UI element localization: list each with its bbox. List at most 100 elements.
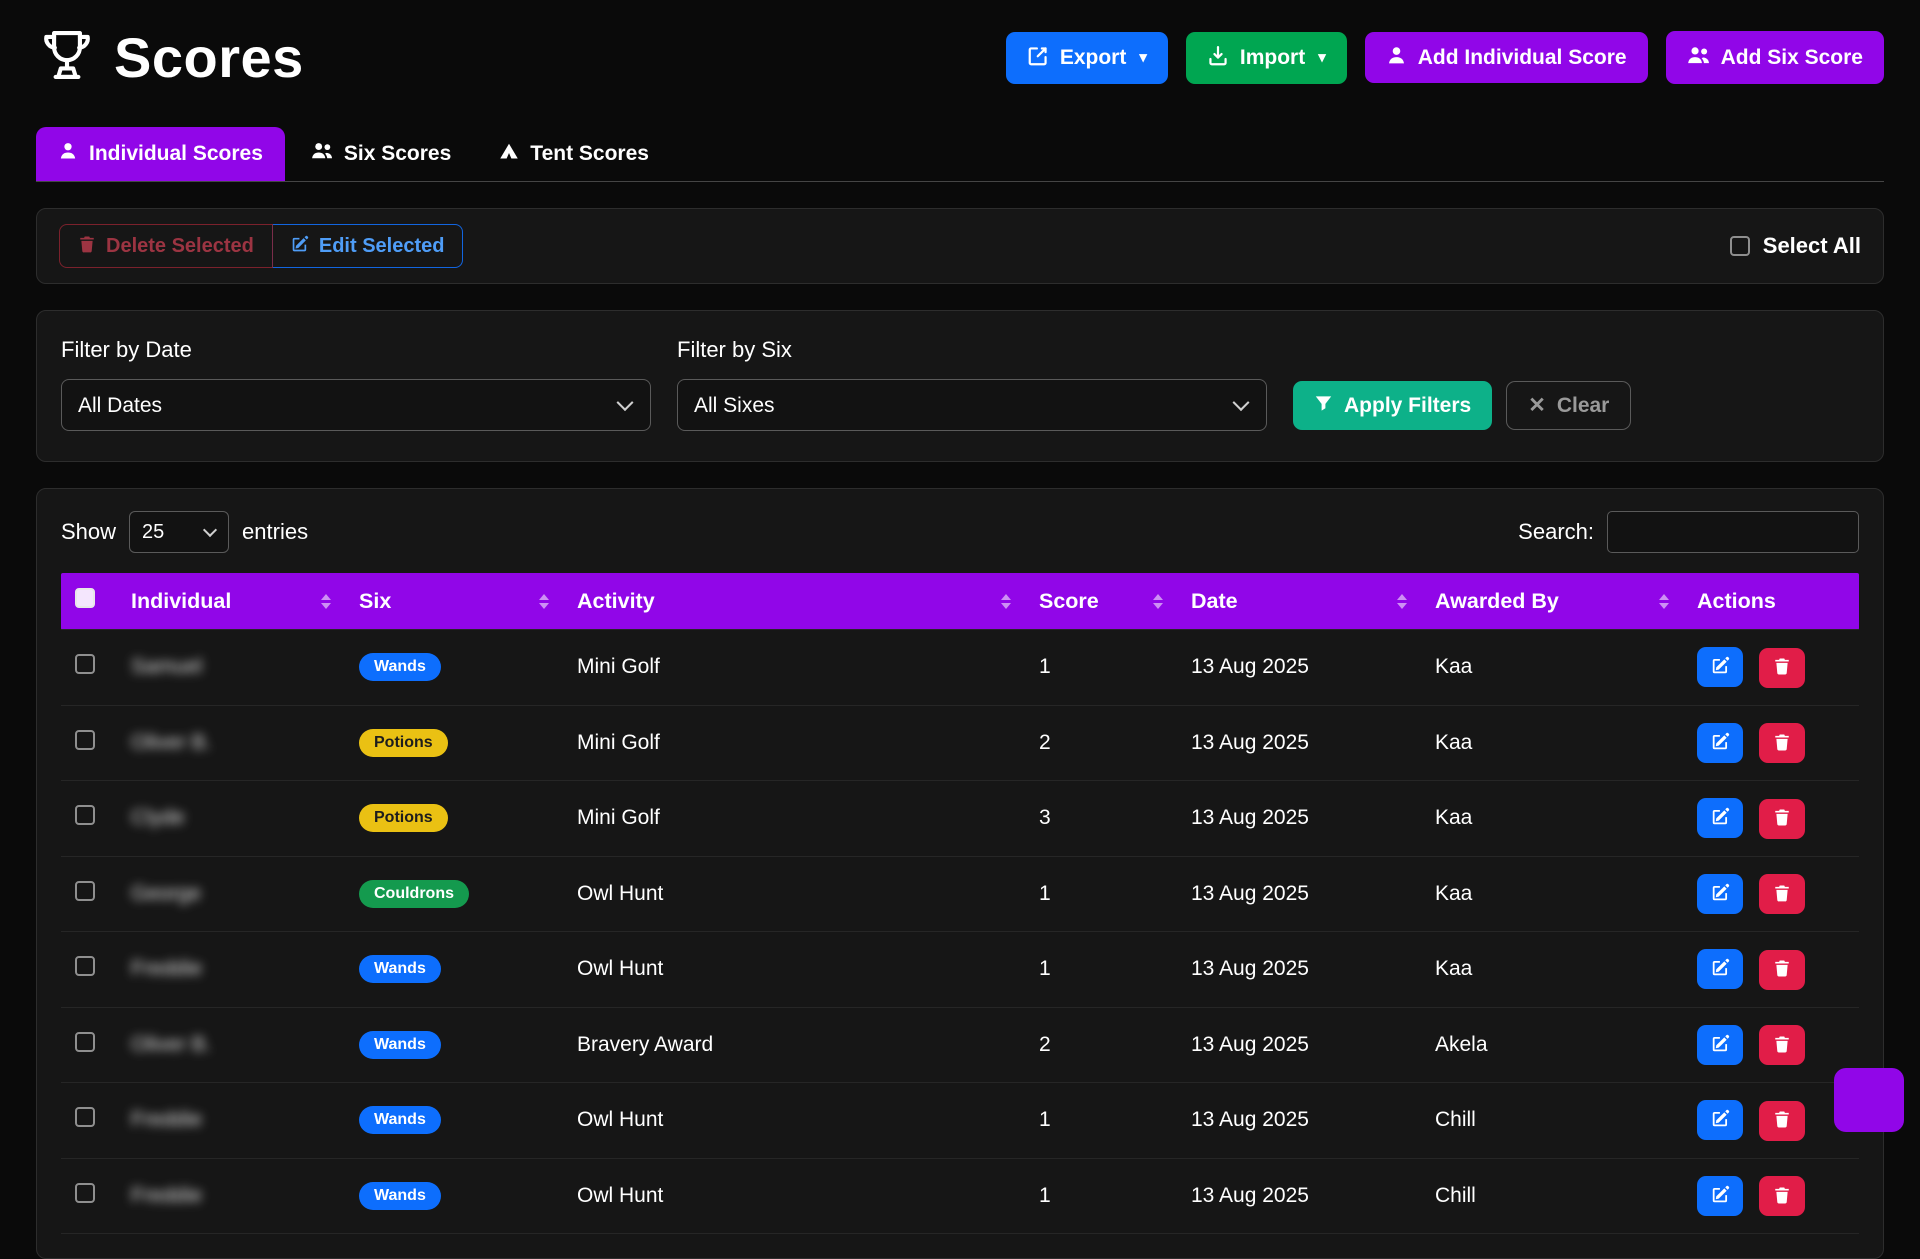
apply-filters-label: Apply Filters [1344, 395, 1471, 416]
edit-row-button[interactable] [1697, 874, 1743, 914]
row-checkbox[interactable] [75, 881, 95, 901]
row-checkbox[interactable] [75, 1032, 95, 1052]
tab-tent-scores[interactable]: Tent Scores [477, 127, 671, 181]
awarded-by-cell: Kaa [1421, 630, 1683, 706]
import-button[interactable]: Import ▾ [1186, 32, 1347, 84]
search-input[interactable] [1607, 511, 1859, 553]
date-filter-select[interactable]: All Dates [61, 379, 651, 431]
edit-row-button[interactable] [1697, 1176, 1743, 1216]
row-checkbox[interactable] [75, 730, 95, 750]
awarded-by-cell: Kaa [1421, 932, 1683, 1008]
search-box: Search: [1518, 511, 1859, 553]
add-six-score-button[interactable]: Add Six Score [1666, 31, 1884, 84]
pencil-square-icon [1711, 1185, 1730, 1207]
score-cell: 1 [1025, 1158, 1177, 1234]
date-cell: 13 Aug 2025 [1177, 630, 1421, 706]
sort-icon [539, 594, 549, 609]
edit-row-button[interactable] [1697, 723, 1743, 763]
individual-name: Freddie [131, 957, 202, 980]
table-row: Samuel Wands Mini Golf 1 13 Aug 2025 Kaa [61, 630, 1859, 706]
activity-cell: Owl Hunt [563, 932, 1025, 1008]
column-header-six[interactable]: Six [345, 573, 563, 630]
select-all-checkbox[interactable] [1730, 236, 1750, 256]
column-header-score[interactable]: Score [1025, 573, 1177, 630]
person-icon [1386, 45, 1407, 70]
pencil-square-icon [291, 235, 309, 257]
x-icon: ✕ [1528, 395, 1546, 416]
awarded-by-cell: Chill [1421, 1158, 1683, 1234]
row-checkbox[interactable] [75, 1107, 95, 1127]
add-individual-label: Add Individual Score [1418, 47, 1627, 68]
header-checkbox[interactable] [75, 588, 95, 608]
delete-row-button[interactable] [1759, 874, 1805, 914]
score-cell: 2 [1025, 705, 1177, 781]
date-cell: 13 Aug 2025 [1177, 1158, 1421, 1234]
row-checkbox[interactable] [75, 1183, 95, 1203]
delete-row-button[interactable] [1759, 799, 1805, 839]
awarded-by-cell: Akela [1421, 1007, 1683, 1083]
delete-row-button[interactable] [1759, 1176, 1805, 1216]
six-badge: Wands [359, 1182, 441, 1210]
delete-row-button[interactable] [1759, 1101, 1805, 1141]
add-individual-score-button[interactable]: Add Individual Score [1365, 32, 1648, 83]
column-header-activity[interactable]: Activity [563, 573, 1025, 630]
delete-row-button[interactable] [1759, 648, 1805, 688]
column-header-awarded-by[interactable]: Awarded By [1421, 573, 1683, 630]
table-row: Freddie Wands Owl Hunt 1 13 Aug 2025 Chi… [61, 1083, 1859, 1159]
edit-row-button[interactable] [1697, 1025, 1743, 1065]
six-badge: Potions [359, 804, 448, 832]
tab-six-scores[interactable]: Six Scores [289, 127, 473, 181]
six-filter-select[interactable]: All Sixes [677, 379, 1267, 431]
search-label: Search: [1518, 519, 1594, 545]
column-header-actions: Actions [1683, 573, 1859, 630]
activity-cell: Owl Hunt [563, 856, 1025, 932]
export-button[interactable]: Export ▾ [1006, 32, 1168, 84]
row-checkbox[interactable] [75, 805, 95, 825]
sort-icon [1397, 594, 1407, 609]
import-label: Import [1240, 47, 1305, 68]
delete-row-button[interactable] [1759, 1025, 1805, 1065]
date-cell: 13 Aug 2025 [1177, 1083, 1421, 1159]
delete-selected-button[interactable]: Delete Selected [59, 224, 273, 268]
apply-filters-button[interactable]: Apply Filters [1293, 381, 1492, 430]
score-cell: 1 [1025, 932, 1177, 1008]
people-icon [311, 140, 333, 168]
activity-cell: Owl Hunt [563, 1158, 1025, 1234]
scores-table: Individual Six Activity Score [61, 573, 1859, 1234]
column-header-date[interactable]: Date [1177, 573, 1421, 630]
delete-row-button[interactable] [1759, 950, 1805, 990]
table-row: Oliver B. Potions Mini Golf 2 13 Aug 202… [61, 705, 1859, 781]
edit-selected-button[interactable]: Edit Selected [272, 224, 464, 268]
awarded-by-cell: Kaa [1421, 781, 1683, 857]
column-header-individual[interactable]: Individual [117, 573, 345, 630]
edit-row-button[interactable] [1697, 1100, 1743, 1140]
pencil-square-icon [1711, 807, 1730, 829]
individual-name: Samuel [131, 655, 202, 678]
entries-label: entries [242, 519, 308, 545]
activity-cell: Mini Golf [563, 781, 1025, 857]
delete-row-button[interactable] [1759, 723, 1805, 763]
row-checkbox[interactable] [75, 956, 95, 976]
edit-row-button[interactable] [1697, 949, 1743, 989]
tab-individual-scores[interactable]: Individual Scores [36, 127, 285, 181]
trash-icon [1773, 1110, 1791, 1131]
date-cell: 13 Aug 2025 [1177, 856, 1421, 932]
six-badge: Couldrons [359, 880, 469, 908]
page-size-select[interactable]: 25 [129, 511, 229, 553]
individual-name: George [131, 882, 201, 905]
edit-row-button[interactable] [1697, 647, 1743, 687]
select-all[interactable]: Select All [1730, 233, 1861, 259]
funnel-icon [1314, 394, 1333, 417]
row-checkbox[interactable] [75, 654, 95, 674]
pencil-square-icon [1711, 1109, 1730, 1131]
clear-filters-button[interactable]: ✕ Clear [1506, 381, 1631, 430]
trash-icon [1773, 1186, 1791, 1207]
export-label: Export [1060, 47, 1127, 68]
bulk-button-group: Delete Selected Edit Selected [59, 224, 463, 268]
pencil-square-icon [1711, 883, 1730, 905]
edit-row-button[interactable] [1697, 798, 1743, 838]
scores-page: Scores Export ▾ [0, 0, 1920, 1259]
score-cell: 1 [1025, 856, 1177, 932]
table-row: Clyde Potions Mini Golf 3 13 Aug 2025 Ka… [61, 781, 1859, 857]
pencil-square-icon [1711, 1034, 1730, 1056]
